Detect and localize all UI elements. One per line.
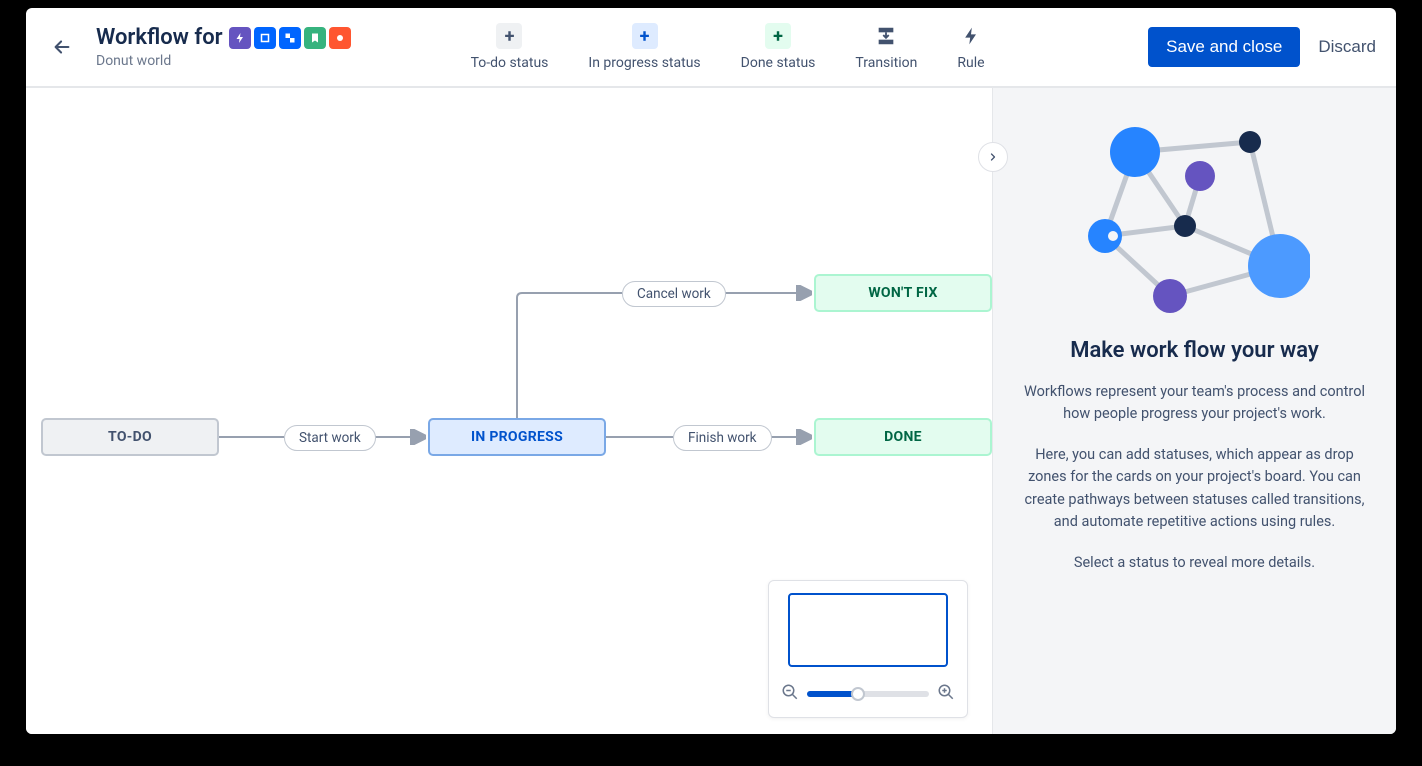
bolt-icon [958, 23, 984, 49]
title-block: Workflow for Donut world [96, 25, 351, 69]
status-node-done[interactable]: DONE [814, 418, 992, 456]
back-button[interactable] [46, 31, 78, 63]
collapse-panel-button[interactable] [978, 142, 1008, 172]
chevron-right-icon [987, 151, 999, 163]
toolbar-label: In progress status [588, 55, 700, 71]
status-node-todo[interactable]: TO-DO [41, 418, 219, 456]
status-node-wont-fix[interactable]: WON'T FIX [814, 274, 992, 312]
minimap [768, 580, 968, 718]
plus-icon: + [496, 23, 522, 49]
editor-header: Workflow for Donut world + To-do status … [26, 8, 1396, 88]
zoom-in-button[interactable] [937, 683, 955, 705]
task-icon [254, 27, 276, 49]
plus-icon: + [765, 23, 791, 49]
panel-title: Make work flow your way [1013, 338, 1376, 363]
plus-icon: + [632, 23, 658, 49]
add-rule-button[interactable]: Rule [957, 23, 984, 71]
discard-button[interactable]: Discard [1318, 37, 1376, 57]
transition-cancel-work[interactable]: Cancel work [622, 281, 726, 307]
transition-label: Finish work [688, 430, 757, 446]
status-node-in-progress[interactable]: IN PROGRESS [428, 418, 606, 456]
story-icon [304, 27, 326, 49]
epic-icon [229, 27, 251, 49]
save-and-close-button[interactable]: Save and close [1148, 27, 1300, 67]
transition-label: Start work [299, 430, 361, 446]
zoom-out-icon [781, 683, 799, 701]
zoom-slider-knob[interactable] [851, 687, 865, 701]
toolbar-label: Transition [855, 55, 917, 71]
workflow-canvas[interactable]: TO-DO IN PROGRESS DONE WON'T FIX Start w… [26, 88, 992, 734]
panel-paragraph: Workflows represent your team's process … [1013, 381, 1376, 426]
subtask-icon [279, 27, 301, 49]
transition-finish-work[interactable]: Finish work [673, 425, 772, 451]
toolbar-label: Rule [957, 55, 984, 71]
add-transition-button[interactable]: Transition [855, 23, 917, 71]
toolbar-label: To-do status [471, 55, 549, 71]
bug-icon [329, 27, 351, 49]
issue-type-badges [229, 27, 351, 49]
workflow-editor: Workflow for Donut world + To-do status … [26, 8, 1396, 734]
zoom-in-icon [937, 683, 955, 701]
toolbar-label: Done status [741, 55, 816, 71]
add-done-status-button[interactable]: + Done status [741, 23, 816, 71]
status-toolbar: + To-do status + In progress status + Do… [471, 23, 985, 71]
project-name: Donut world [96, 53, 351, 69]
node-label: DONE [884, 429, 922, 445]
zoom-controls [781, 683, 955, 705]
transition-label: Cancel work [637, 286, 711, 302]
add-todo-status-button[interactable]: + To-do status [471, 23, 549, 71]
page-title-prefix: Workflow for [96, 25, 223, 50]
node-label: IN PROGRESS [471, 429, 563, 445]
add-inprogress-status-button[interactable]: + In progress status [588, 23, 700, 71]
panel-paragraph: Select a status to reveal more details. [1013, 552, 1376, 574]
node-label: WON'T FIX [868, 285, 937, 301]
node-label: TO-DO [108, 429, 152, 445]
panel-paragraph: Here, you can add statuses, which appear… [1013, 444, 1376, 534]
minimap-viewport[interactable] [788, 593, 948, 667]
workflow-illustration [1080, 116, 1310, 316]
transition-start-work[interactable]: Start work [284, 425, 376, 451]
detail-panel: Make work flow your way Workflows repres… [992, 88, 1396, 734]
arrow-left-icon [51, 36, 73, 58]
zoom-out-button[interactable] [781, 683, 799, 705]
zoom-slider[interactable] [807, 691, 929, 697]
transition-icon [873, 23, 899, 49]
